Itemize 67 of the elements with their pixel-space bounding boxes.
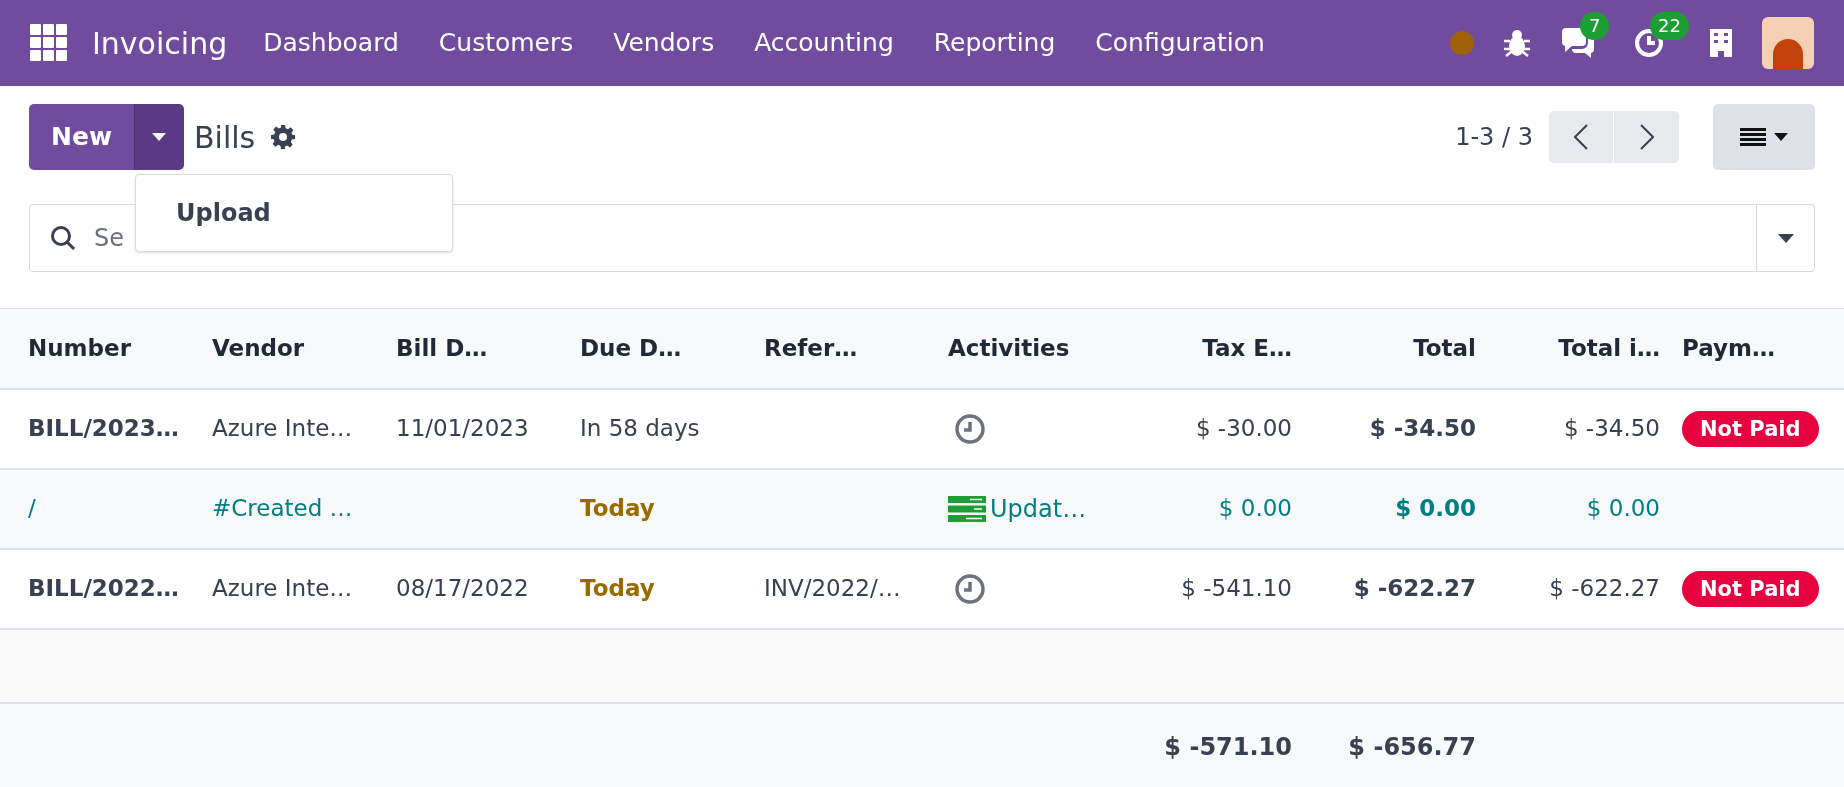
bug-icon[interactable]: [1504, 29, 1530, 57]
table-cell: Today: [580, 575, 655, 602]
table-cell: /: [28, 495, 36, 522]
table-cell: #Created …: [212, 495, 353, 522]
table-cell: $ 0.00: [1395, 495, 1476, 522]
column-header[interactable]: Number: [0, 308, 212, 389]
table-cell: BILL/2022…: [28, 575, 179, 602]
caret-icon: [152, 133, 167, 141]
column-header[interactable]: Tax E…: [1132, 308, 1298, 389]
table-cell: Azure Inte…: [212, 575, 353, 602]
user-avatar[interactable]: [1762, 17, 1814, 69]
column-header[interactable]: Paym…: [1666, 308, 1844, 389]
table-cell: $ 0.00: [1218, 495, 1292, 522]
column-header[interactable]: Total: [1298, 308, 1482, 389]
new-dropdown-toggle[interactable]: [134, 104, 184, 170]
page-title: Bills: [194, 118, 256, 157]
table-cell: In 58 days: [580, 415, 700, 442]
message-count-badge: 7: [1580, 12, 1610, 40]
chevron-left-icon: [1574, 124, 1588, 150]
menu-item[interactable]: Dashboard: [249, 24, 413, 62]
menu-item[interactable]: Vendors: [599, 24, 729, 62]
list-view-button[interactable]: [1713, 104, 1815, 170]
table-cell: $ -30.00: [1195, 415, 1292, 442]
clock-icon[interactable]: [954, 572, 986, 605]
menu-item[interactable]: Reporting: [919, 24, 1070, 62]
menu-item[interactable]: Accounting: [740, 24, 908, 62]
status-badge: Not Paid: [1682, 570, 1819, 607]
table-cell: Azure Inte…: [212, 415, 353, 442]
table-cell: $ -541.10: [1181, 575, 1292, 602]
new-button[interactable]: New: [29, 104, 134, 170]
previous-button[interactable]: [1549, 111, 1614, 163]
clock-icon[interactable]: [954, 412, 986, 445]
column-header[interactable]: Due D…: [580, 308, 764, 389]
table-cell: $ -34.50: [1369, 415, 1476, 442]
table-cell: $ -622.27: [1549, 575, 1660, 602]
status-badge: Not Paid: [1682, 410, 1819, 447]
table-cell: Today: [580, 495, 655, 522]
table-cell: INV/2022/…: [764, 575, 901, 602]
app-grid-icon[interactable]: [30, 24, 68, 62]
activity-link[interactable]: Updat…: [990, 490, 1087, 527]
menu-item[interactable]: Configuration: [1081, 24, 1279, 62]
task-list-icon: [948, 495, 986, 522]
settings-icon[interactable]: [271, 125, 296, 149]
column-header[interactable]: Total i…: [1482, 308, 1666, 389]
search-icon: [50, 225, 76, 251]
column-header[interactable]: Bill D…: [396, 308, 580, 389]
chevron-right-icon: [1639, 124, 1654, 150]
total-value: $ -571.10: [1164, 733, 1292, 761]
caret-icon: [1774, 133, 1788, 141]
next-button[interactable]: [1614, 111, 1679, 163]
app-name[interactable]: Invoicing: [92, 20, 228, 66]
column-header[interactable]: Activities: [948, 308, 1132, 389]
building-icon[interactable]: [1710, 29, 1732, 57]
table-cell: $ -622.27: [1353, 575, 1476, 602]
caret-icon[interactable]: [1777, 233, 1794, 243]
activity-count-badge: 22: [1650, 12, 1689, 40]
menu-item[interactable]: Customers: [424, 24, 588, 62]
list-icon: [1740, 128, 1766, 146]
table-cell: 11/01/2023: [396, 415, 529, 442]
table-cell: BILL/2023…: [28, 415, 179, 442]
table-cell: 08/17/2022: [396, 575, 529, 602]
table-cell: $ -34.50: [1563, 415, 1660, 442]
column-header[interactable]: Refer…: [764, 308, 948, 389]
total-value: $ -656.77: [1348, 733, 1476, 761]
column-header[interactable]: Vendor: [212, 308, 396, 389]
pager-value: 1-3 / 3: [1455, 122, 1533, 153]
table-cell: $ 0.00: [1586, 495, 1660, 522]
